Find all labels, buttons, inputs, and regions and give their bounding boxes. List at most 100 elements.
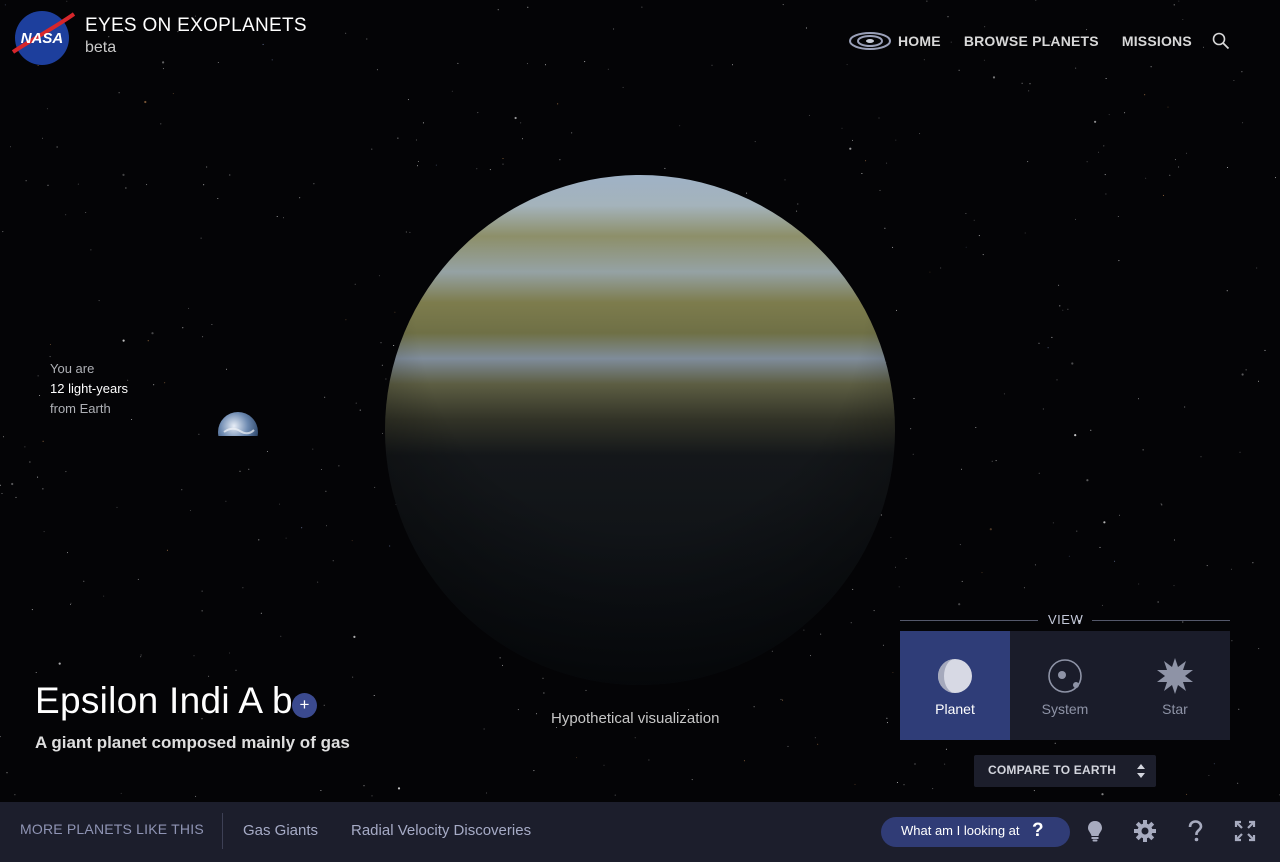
star-dot bbox=[947, 16, 949, 18]
star-dot bbox=[1056, 379, 1058, 381]
search-icon[interactable] bbox=[1212, 32, 1230, 50]
star-dot bbox=[153, 384, 155, 386]
star-dot bbox=[852, 139, 853, 141]
star-dot bbox=[366, 38, 368, 40]
star-dot bbox=[559, 159, 561, 161]
nav-browse-planets[interactable]: BROWSE PLANETS bbox=[964, 33, 1099, 49]
star-dot bbox=[1104, 174, 1106, 176]
view-divider-left bbox=[900, 620, 1038, 621]
star-dot bbox=[120, 792, 122, 794]
star-dot bbox=[958, 69, 960, 71]
add-to-favorites-button[interactable]: + bbox=[292, 693, 317, 718]
star-dot bbox=[1101, 793, 1104, 796]
star-dot bbox=[905, 557, 907, 559]
nav-missions[interactable]: MISSIONS bbox=[1122, 33, 1192, 49]
star-dot bbox=[146, 184, 148, 186]
star-dot bbox=[849, 147, 852, 150]
star-dot bbox=[527, 6, 529, 8]
app-subtitle: beta bbox=[85, 39, 117, 56]
star-dot bbox=[1090, 429, 1092, 431]
star-dot bbox=[262, 43, 264, 45]
planet-view-icon bbox=[938, 659, 972, 693]
view-selector: Planet System Star bbox=[900, 631, 1230, 740]
nav-home[interactable]: HOME bbox=[898, 33, 941, 49]
star-dot bbox=[1003, 393, 1005, 395]
star-dot bbox=[961, 580, 963, 582]
nasa-logo[interactable]: NASA bbox=[11, 10, 75, 66]
app-title[interactable]: EYES ON EXOPLANETS bbox=[85, 15, 307, 37]
star-dot bbox=[200, 237, 202, 239]
star-dot bbox=[451, 90, 453, 92]
view-option-star[interactable]: Star bbox=[1120, 631, 1230, 740]
fullscreen-icon[interactable] bbox=[1234, 820, 1256, 842]
star-dot bbox=[959, 544, 961, 546]
star-dot bbox=[913, 398, 915, 399]
category-gas-giants[interactable]: Gas Giants bbox=[243, 822, 318, 839]
star-dot bbox=[486, 792, 487, 794]
compare-to-earth-select[interactable]: COMPARE TO EARTH bbox=[974, 755, 1156, 787]
galaxy-icon[interactable] bbox=[848, 30, 892, 52]
star-dot bbox=[664, 167, 666, 169]
distance-line-1: You are bbox=[50, 361, 95, 376]
star-dot bbox=[1114, 560, 1116, 562]
view-option-planet[interactable]: Planet bbox=[900, 631, 1010, 740]
star-dot bbox=[476, 168, 478, 170]
view-option-label: Planet bbox=[935, 701, 975, 717]
star-dot bbox=[201, 610, 203, 612]
star-dot bbox=[70, 602, 72, 604]
star-dot bbox=[607, 68, 609, 70]
star-dot bbox=[1233, 80, 1235, 81]
planet-visualization[interactable] bbox=[385, 175, 895, 685]
star-dot bbox=[229, 174, 231, 176]
star-dot bbox=[166, 549, 168, 551]
star-dot bbox=[1173, 4, 1175, 6]
star-dot bbox=[896, 782, 898, 783]
star-dot bbox=[29, 461, 31, 463]
star-dot bbox=[1231, 640, 1233, 642]
bottom-bar-divider bbox=[222, 813, 223, 849]
star-dot bbox=[982, 254, 984, 256]
view-option-label: System bbox=[1041, 701, 1089, 717]
lightbulb-icon[interactable] bbox=[1084, 820, 1106, 842]
star-dot bbox=[378, 275, 380, 277]
earth-icon[interactable] bbox=[218, 412, 258, 452]
star-dot bbox=[122, 339, 125, 342]
help-icon[interactable] bbox=[1184, 820, 1206, 842]
star-dot bbox=[211, 324, 213, 325]
star-dot bbox=[995, 460, 997, 462]
star-dot bbox=[1059, 305, 1061, 307]
star-dot bbox=[77, 183, 79, 185]
star-dot bbox=[1150, 66, 1152, 68]
star-dot bbox=[557, 103, 559, 105]
star-dot bbox=[923, 59, 925, 61]
star-dot bbox=[1208, 775, 1210, 776]
star-dot bbox=[1264, 349, 1266, 351]
star-dot bbox=[1, 493, 3, 494]
star-dot bbox=[958, 603, 961, 606]
star-dot bbox=[1157, 601, 1159, 603]
star-dot bbox=[886, 162, 888, 164]
star-dot bbox=[1145, 177, 1147, 179]
star-dot bbox=[354, 283, 356, 285]
what-am-i-looking-at-button[interactable]: What am I looking at ? bbox=[881, 817, 1070, 847]
star-dot bbox=[15, 496, 17, 498]
category-radial-velocity[interactable]: Radial Velocity Discoveries bbox=[351, 822, 531, 839]
star-dot bbox=[520, 122, 522, 124]
star-dot bbox=[753, 706, 755, 708]
star-dot bbox=[1071, 362, 1074, 365]
star-dot bbox=[376, 69, 378, 71]
star-dot bbox=[338, 465, 340, 467]
star-dot bbox=[324, 396, 326, 398]
star-dot bbox=[301, 527, 303, 529]
star-dot bbox=[353, 635, 356, 639]
star-dot bbox=[526, 63, 528, 65]
star-dot bbox=[85, 212, 87, 213]
star-dot bbox=[1241, 71, 1243, 73]
star-dot bbox=[193, 655, 195, 657]
star-dot bbox=[1213, 763, 1215, 765]
view-option-system[interactable]: System bbox=[1010, 631, 1120, 740]
star-dot bbox=[817, 743, 819, 745]
star-dot bbox=[965, 213, 967, 214]
star-dot bbox=[266, 451, 268, 452]
settings-gear-icon[interactable] bbox=[1134, 820, 1156, 842]
